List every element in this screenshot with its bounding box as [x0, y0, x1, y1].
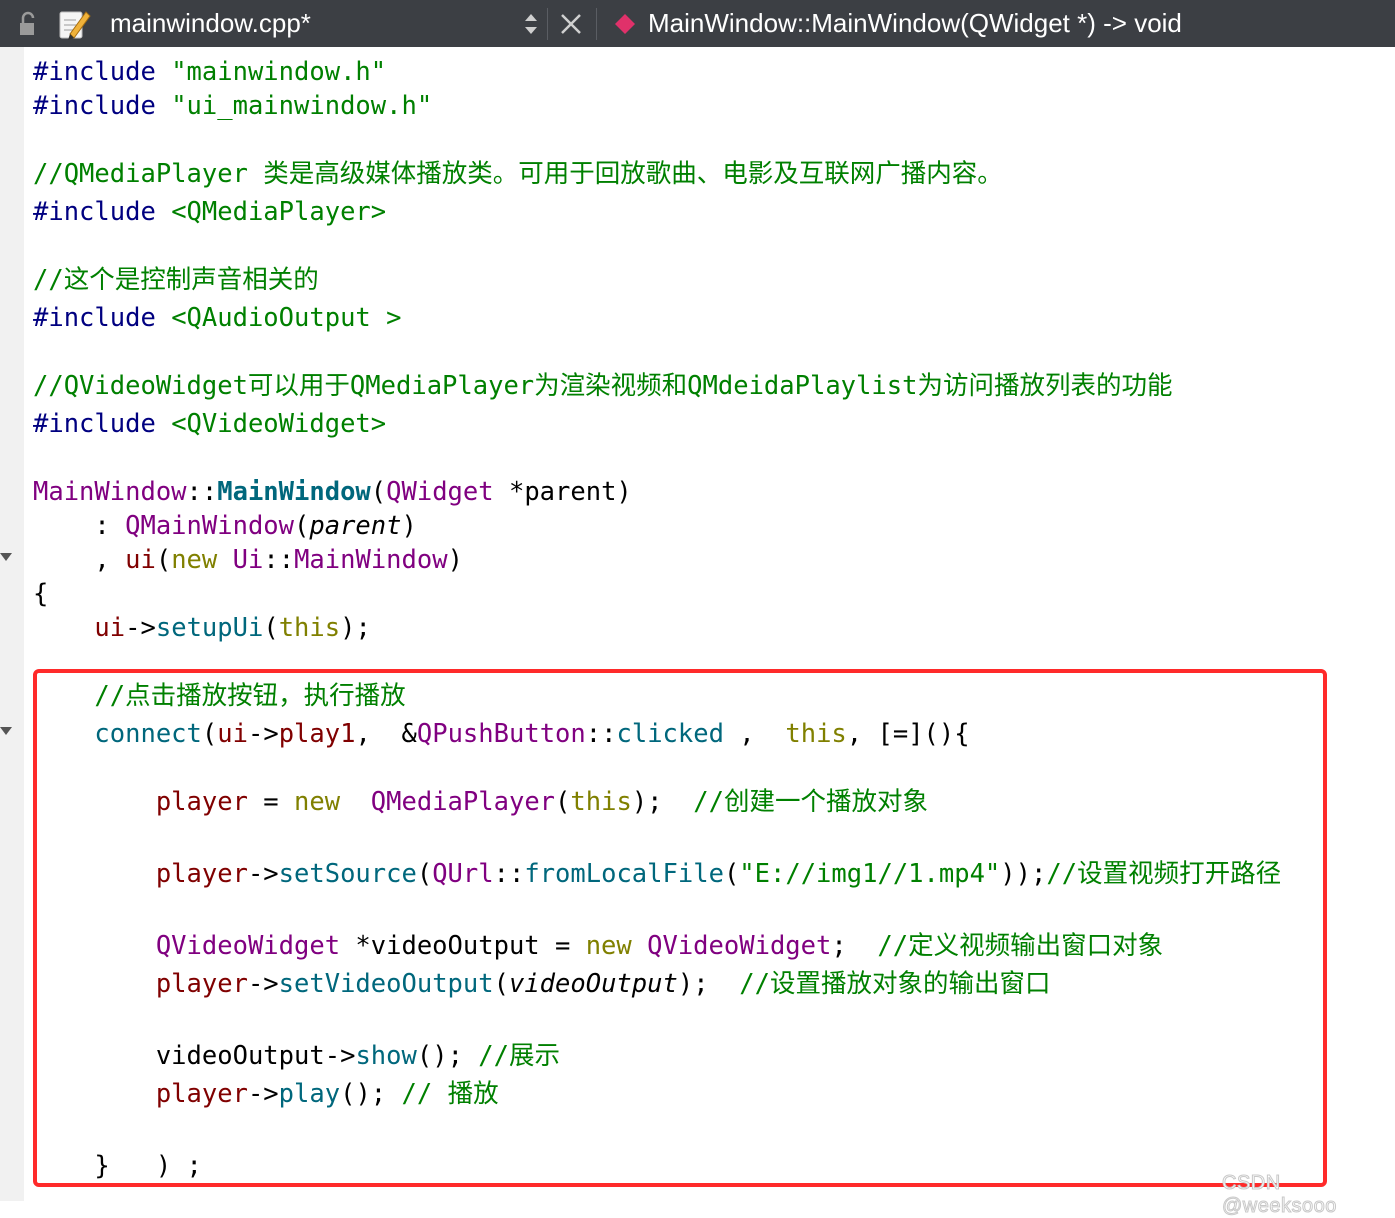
code-line: { [33, 579, 49, 609]
fold-arrow-icon[interactable] [0, 553, 12, 561]
code-line: : QMainWindow(parent) [33, 511, 417, 541]
fold-arrow-icon[interactable] [0, 727, 12, 735]
open-file-name[interactable]: mainwindow.cpp* [110, 8, 311, 38]
function-symbol-icon [615, 14, 635, 34]
watermark: CSDN @weeksooo [1222, 1172, 1337, 1218]
close-icon[interactable] [558, 10, 584, 38]
editor-toolbar: mainwindow.cpp* MainWindow::MainWindow(Q… [0, 0, 1395, 47]
code-comment: //QMediaPlayer 类是高级媒体播放类。可用于回放歌曲、电影及互联网广… [33, 159, 1003, 189]
editor-gutter [0, 47, 24, 1201]
code-line: MainWindow::MainWindow(QWidget *parent) [33, 477, 632, 507]
code-comment: //这个是控制声音相关的 [33, 265, 319, 295]
code-line: #include "mainwindow.h" [33, 57, 387, 87]
code-line: #include <QMediaPlayer> [33, 197, 387, 227]
code-comment: //QVideoWidget可以用于QMediaPlayer为渲染视频和QMde… [33, 371, 1173, 401]
toolbar-separator [547, 8, 548, 40]
code-line: #include "ui_mainwindow.h" [33, 91, 433, 121]
code-line: #include <QVideoWidget> [33, 409, 387, 439]
sort-arrows-icon[interactable] [518, 10, 544, 38]
toolbar-separator [596, 8, 597, 40]
current-symbol-selector[interactable]: MainWindow::MainWindow(QWidget *) -> voi… [648, 8, 1182, 38]
lock-icon[interactable] [14, 10, 40, 38]
code-line: ui->setupUi(this); [94, 613, 371, 643]
file-edit-icon [59, 11, 91, 40]
code-line: #include <QAudioOutput > [33, 303, 402, 333]
code-line: , ui(new Ui::MainWindow) [33, 545, 463, 575]
highlight-box [33, 669, 1327, 1187]
